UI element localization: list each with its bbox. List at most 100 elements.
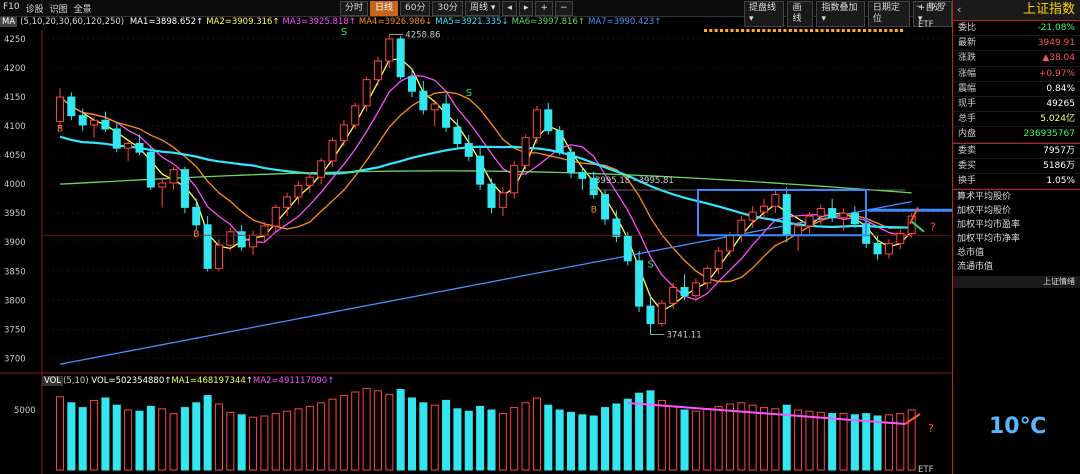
candle-body [646, 305, 655, 325]
volume-bar [260, 415, 269, 471]
quote-label: 内盘 [958, 129, 977, 140]
marker-dot [831, 29, 835, 32]
index-title-bar: ‹ 上证指数 [953, 0, 1080, 21]
marker-dot [778, 29, 782, 32]
volume-bar [476, 405, 485, 471]
index-stat-link[interactable]: 总市值 [953, 246, 1080, 260]
candle-body [453, 126, 462, 145]
candle-body [816, 208, 825, 217]
candle-body [169, 169, 178, 184]
quote-list: 委比 -21.08% 最新 3949.91 涨跌 ▲38.04 涨幅 +0.97% 震幅 0.84… [953, 21, 1080, 143]
marker-dot [741, 29, 745, 32]
y-tick-label: 4200 [4, 64, 26, 74]
buy-signal-label: B [193, 230, 199, 240]
quote-row: 内盘 236935767 [953, 127, 1080, 143]
chevron-left-icon[interactable]: ‹ [957, 0, 961, 20]
y-tick-label: 3800 [4, 296, 26, 306]
volume-bar [748, 404, 757, 471]
vol-legend-item-0: VOL=502354880↑ [91, 376, 172, 386]
candle-body [226, 231, 235, 246]
volume-bar [442, 399, 451, 471]
quote-label: 涨跌 [958, 53, 977, 64]
volume-bar [453, 408, 462, 471]
volume-bar [487, 409, 496, 471]
buy-signal-label: B [591, 206, 597, 216]
candle-body [521, 137, 530, 167]
candle-body [407, 76, 417, 92]
volume-bar [589, 415, 598, 471]
volume-bar [657, 399, 666, 471]
volume-bar [555, 409, 564, 471]
volume-bar [124, 409, 133, 471]
quote-value: ▲38.04 [1042, 53, 1075, 64]
quote-value: 236935767 [1023, 129, 1075, 140]
marker-dot [730, 29, 734, 32]
volume-bar [362, 387, 371, 471]
volume-bar [714, 405, 723, 471]
volume-bar [226, 411, 235, 471]
marker-dot [719, 29, 723, 32]
candle-body [328, 140, 337, 162]
index-stat-link[interactable]: 流通市值 [953, 260, 1080, 274]
volume-bar [249, 416, 258, 471]
candle-body [442, 103, 451, 128]
marker-dot [815, 29, 819, 32]
candle-body [192, 206, 201, 226]
marker-dot [820, 29, 824, 32]
candle-body [884, 242, 893, 255]
volume-bar [385, 393, 394, 471]
marker-dot [746, 29, 750, 32]
marker-dot [847, 29, 851, 32]
sell-signal-label: S [341, 27, 347, 38]
volume-bar [794, 409, 803, 471]
candle-body [794, 225, 803, 236]
volume-bar [351, 391, 360, 471]
index-stat-link[interactable]: 算术平均股价 [953, 190, 1080, 204]
quote2-row: 委卖 7957万 [953, 144, 1080, 159]
volume-bar [192, 402, 201, 471]
quote-value: 5.024亿 [1040, 114, 1075, 125]
volume-bar [419, 402, 428, 471]
volume-bar [816, 411, 825, 471]
marker-dot [725, 29, 729, 32]
candle-body [725, 234, 734, 252]
quote2-value: 5186万 [1043, 160, 1075, 171]
marker-dot [762, 29, 766, 32]
candlestick-chart[interactable]: 4250 4200 4150 4100 4050 4000 3950 3900 3850 3800… [0, 0, 952, 474]
volume-bar [373, 390, 382, 471]
volume-bar [760, 407, 769, 471]
volume-bar [237, 414, 246, 471]
volume-bar [294, 408, 303, 471]
index-stat-link[interactable]: 加权平均市净率 [953, 232, 1080, 246]
candle-body [249, 234, 258, 248]
volume-legend-label[interactable]: VOL [42, 376, 64, 386]
volume-bar [532, 397, 541, 471]
candle-body [101, 119, 110, 130]
volume-bar [896, 413, 905, 471]
candle-body [294, 184, 303, 198]
candle-body [396, 38, 405, 78]
candle-body [623, 235, 632, 262]
candle-body [771, 194, 780, 207]
marker-dot [878, 29, 882, 32]
candle-body [748, 211, 757, 221]
candle-body [283, 196, 292, 208]
candle-body [419, 90, 428, 111]
candle-body [78, 115, 87, 126]
candle-body [373, 60, 382, 81]
range-label: 3995.18 - 3995.81 [595, 176, 674, 186]
marker-dot [900, 29, 904, 32]
volume-bar [317, 402, 326, 471]
candle-body [203, 224, 212, 269]
candle-body [67, 96, 76, 117]
index-stat-link[interactable]: 加权平均股价 [953, 204, 1080, 218]
marker-dot [868, 29, 872, 32]
sentiment-bar[interactable]: 上证情绪 [953, 276, 1080, 289]
volume-bar [578, 414, 587, 471]
candle-body [237, 231, 246, 248]
volume-bar [271, 413, 280, 471]
marker-dot [825, 29, 829, 32]
quote-row: 现手 49265 [953, 97, 1080, 113]
marker-dot [804, 29, 808, 32]
index-stat-link[interactable]: 加权平均市盈率 [953, 218, 1080, 232]
